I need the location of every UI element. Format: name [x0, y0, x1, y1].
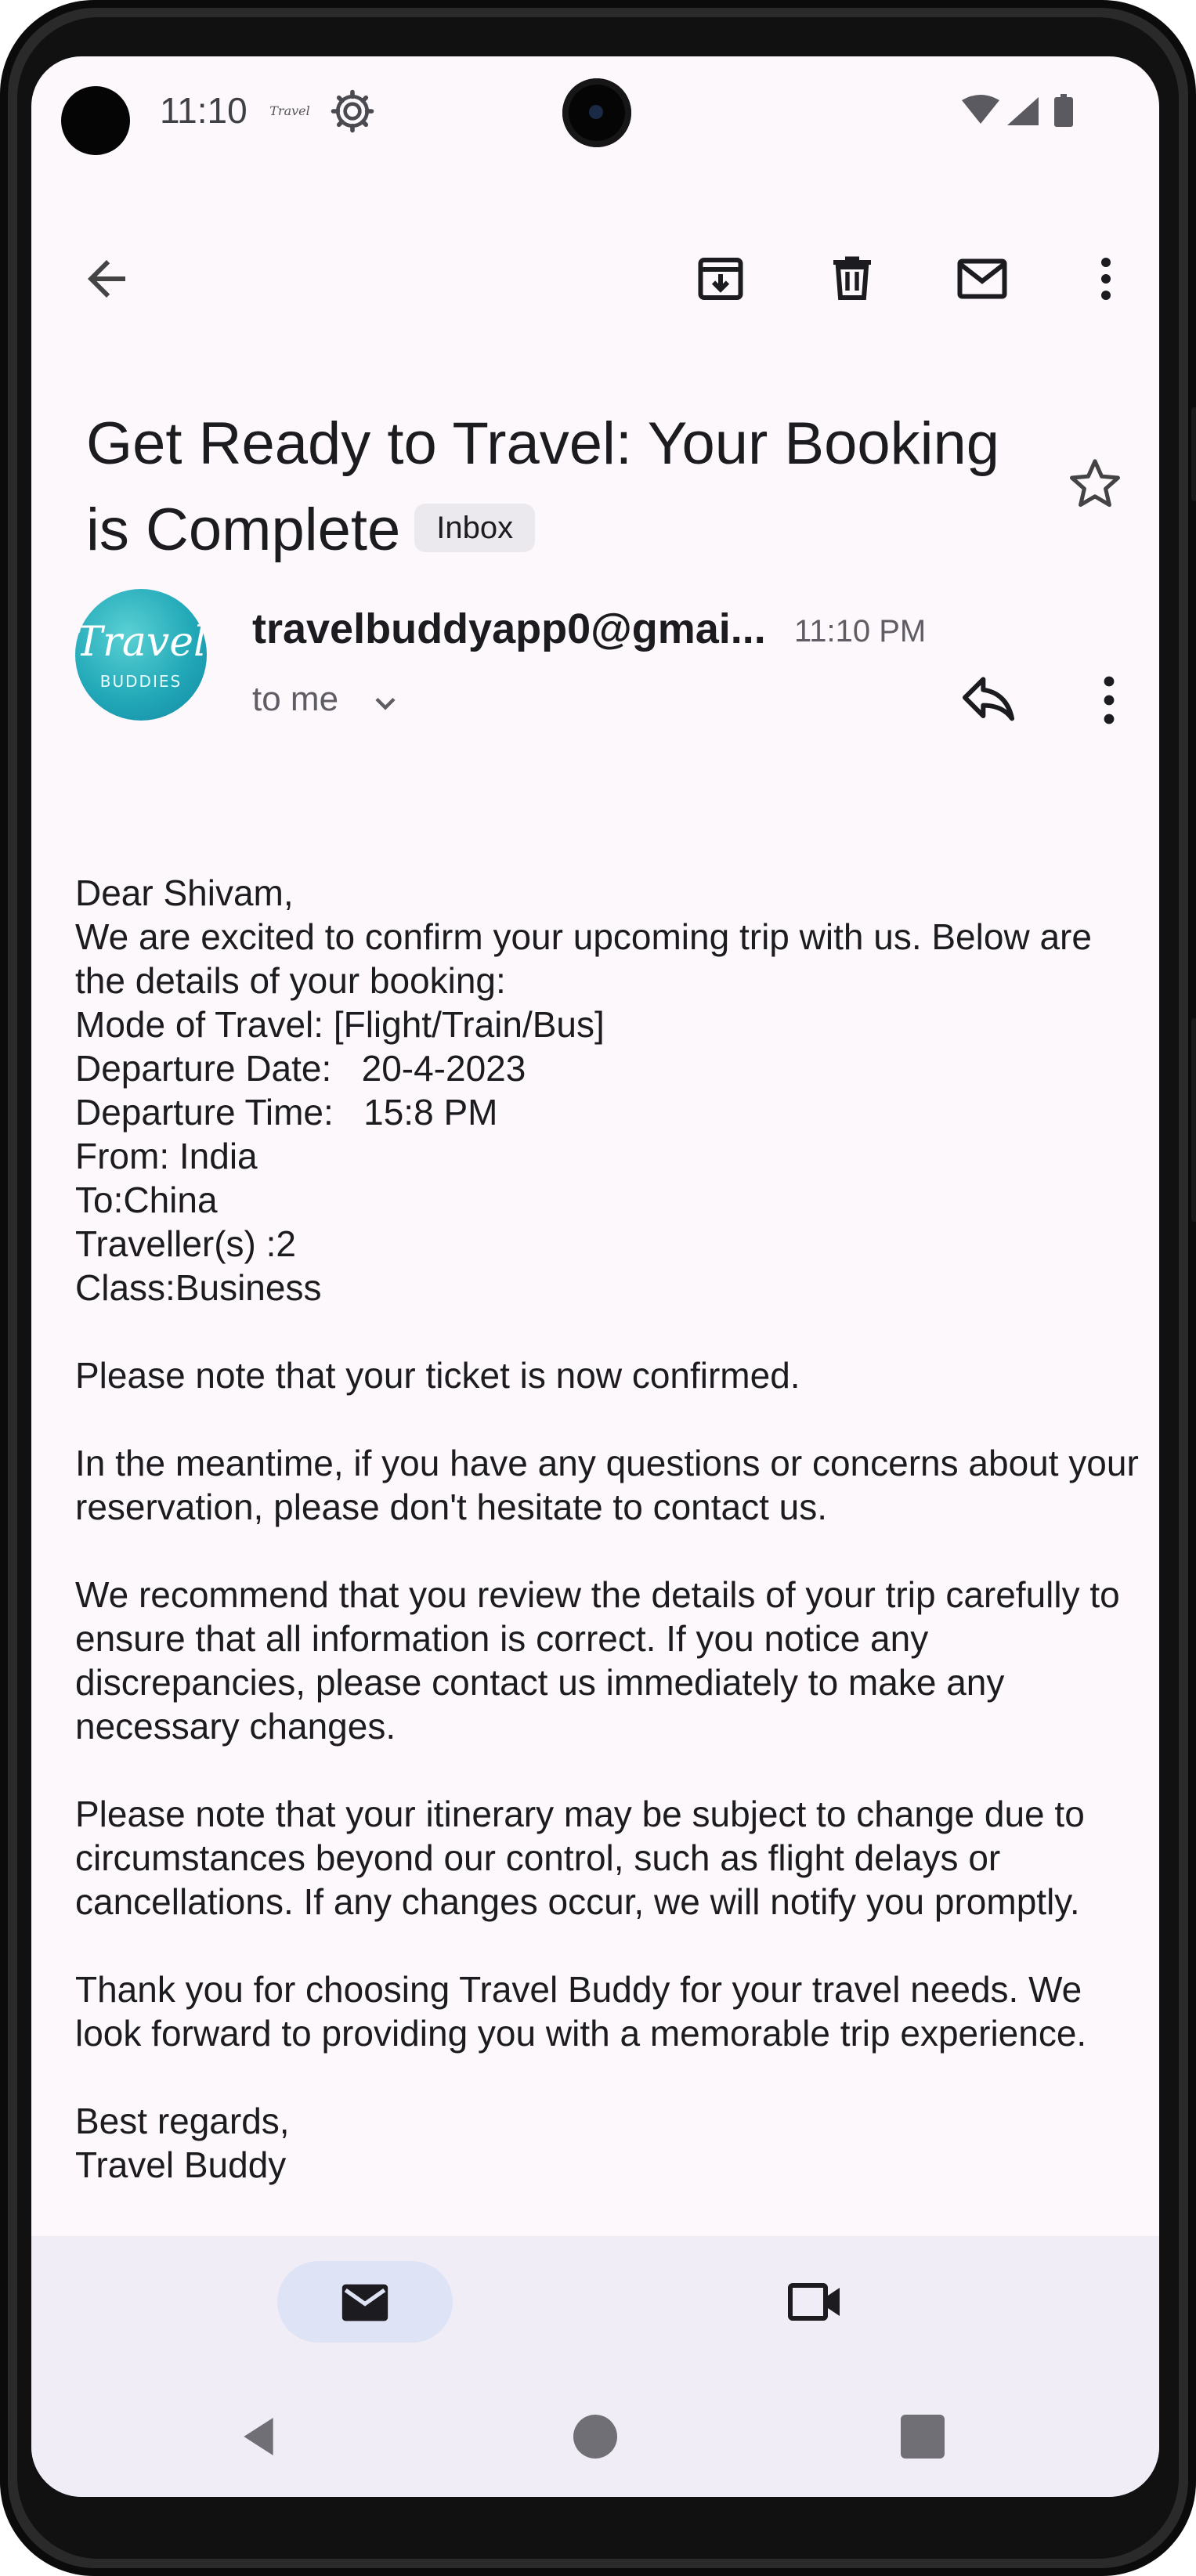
- email-subject: Get Ready to Travel: Your Booking is Com…: [86, 401, 1034, 573]
- wifi-icon: [962, 95, 999, 124]
- system-recents-icon[interactable]: [901, 2415, 945, 2459]
- inbox-label-chip[interactable]: Inbox: [414, 503, 536, 552]
- body-line: Departure Date: 20-4-2023: [75, 1048, 526, 1089]
- body-line: In the meantime, if you have any questio…: [75, 1443, 1139, 1527]
- gear-icon: [331, 89, 374, 133]
- body-line: Travel Buddy: [75, 2144, 287, 2185]
- mark-unread-icon[interactable]: [954, 251, 1010, 307]
- travel-logo-icon: Travel: [269, 103, 310, 118]
- body-line: Traveller(s) :2: [75, 1223, 296, 1264]
- sender-avatar[interactable]: Travel BUDDIES: [75, 589, 207, 721]
- front-camera: [562, 78, 631, 147]
- subject-text: Get Ready to Travel: Your Booking is Com…: [86, 410, 1000, 563]
- body-line: Best regards,: [75, 2101, 290, 2141]
- body-line: Please note that your itinerary may be s…: [75, 1794, 1085, 1922]
- phone-side-button: [1191, 407, 1196, 501]
- archive-icon[interactable]: [692, 251, 749, 307]
- body-line: Departure Time: 15:8 PM: [75, 1092, 498, 1133]
- body-line: Mode of Travel: [Flight/Train/Bus]: [75, 1004, 605, 1045]
- body-line: Dear Shivam,: [75, 873, 294, 913]
- system-navigation: [31, 2393, 1159, 2497]
- body-line: Class:Business: [75, 1267, 322, 1308]
- avatar-logo-subtext: BUDDIES: [99, 672, 182, 691]
- bottom-navigation: [31, 2236, 1159, 2393]
- system-home-icon[interactable]: [573, 2415, 617, 2459]
- email-time: 11:10 PM: [794, 614, 927, 649]
- status-time: 11:10: [160, 90, 248, 131]
- system-back-icon[interactable]: [233, 2412, 284, 2462]
- chevron-down-icon[interactable]: [368, 686, 403, 721]
- mail-icon[interactable]: [337, 2275, 393, 2330]
- star-icon[interactable]: [1065, 454, 1125, 514]
- video-icon[interactable]: [785, 2274, 847, 2330]
- phone-volume-button: [1191, 1018, 1196, 1222]
- body-line: We are excited to confirm your upcoming …: [75, 916, 1092, 1001]
- body-line: Please note that your ticket is now conf…: [75, 1355, 800, 1396]
- body-line: We recommend that you review the details…: [75, 1574, 1120, 1747]
- camera-cutout: [61, 86, 130, 155]
- sender-more-vert-icon[interactable]: [1084, 669, 1134, 732]
- body-line: Thank you for choosing Travel Buddy for …: [75, 1969, 1087, 2054]
- delete-icon[interactable]: [824, 251, 880, 307]
- email-body: Dear Shivam, We are excited to confirm y…: [75, 871, 1148, 2187]
- signal-icon: [1007, 97, 1039, 125]
- avatar-logo-text: Travel: [75, 619, 207, 666]
- sender-address[interactable]: travelbuddyapp0@gmai...: [252, 605, 766, 653]
- phone-screen: 11:10 Travel Get Ready to Travel: Your B…: [31, 56, 1159, 2497]
- status-indicators: [957, 89, 1090, 133]
- battery-icon: [1054, 94, 1073, 127]
- recipient-label[interactable]: to me: [252, 680, 338, 719]
- more-vert-icon[interactable]: [1078, 251, 1134, 307]
- reply-icon[interactable]: [957, 669, 1020, 732]
- body-line: From: India: [75, 1136, 258, 1176]
- back-arrow-icon[interactable]: [78, 251, 135, 307]
- body-line: To:China: [75, 1180, 218, 1220]
